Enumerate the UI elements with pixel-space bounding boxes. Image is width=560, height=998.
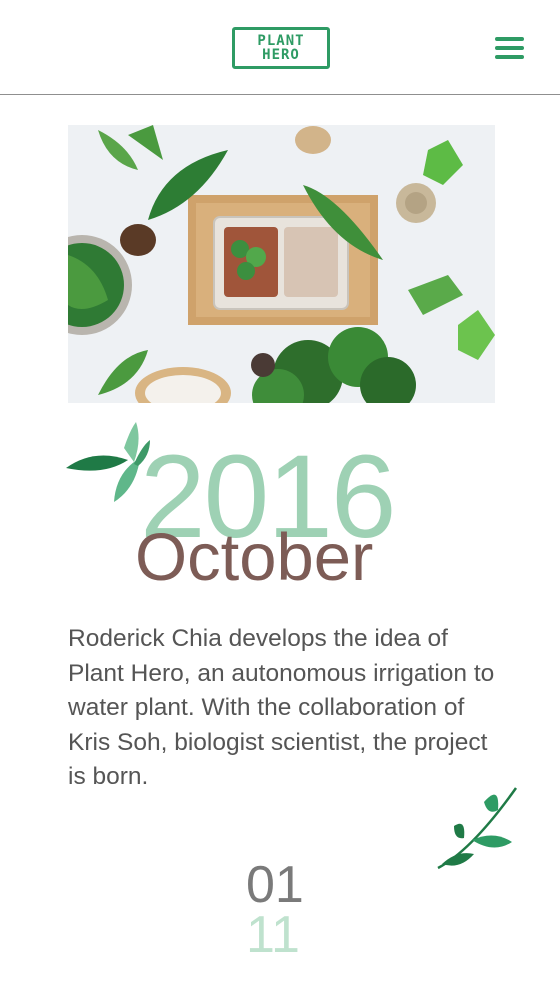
- branch-decoration-icon: [437, 787, 518, 870]
- hero-image: [68, 125, 495, 403]
- page-indicator-total: 11: [246, 906, 300, 964]
- timeline-description: Roderick Chia develops the idea of Plant…: [68, 625, 495, 790]
- logo-line-2: HERO: [262, 47, 300, 63]
- top-header: PLANT HERO: [0, 0, 560, 95]
- logo-line-1: PLANT: [257, 33, 305, 49]
- hamburger-menu-icon[interactable]: [495, 37, 524, 59]
- plant-hero-logo[interactable]: PLANT HERO: [232, 27, 330, 69]
- timeline-month: October: [135, 520, 374, 595]
